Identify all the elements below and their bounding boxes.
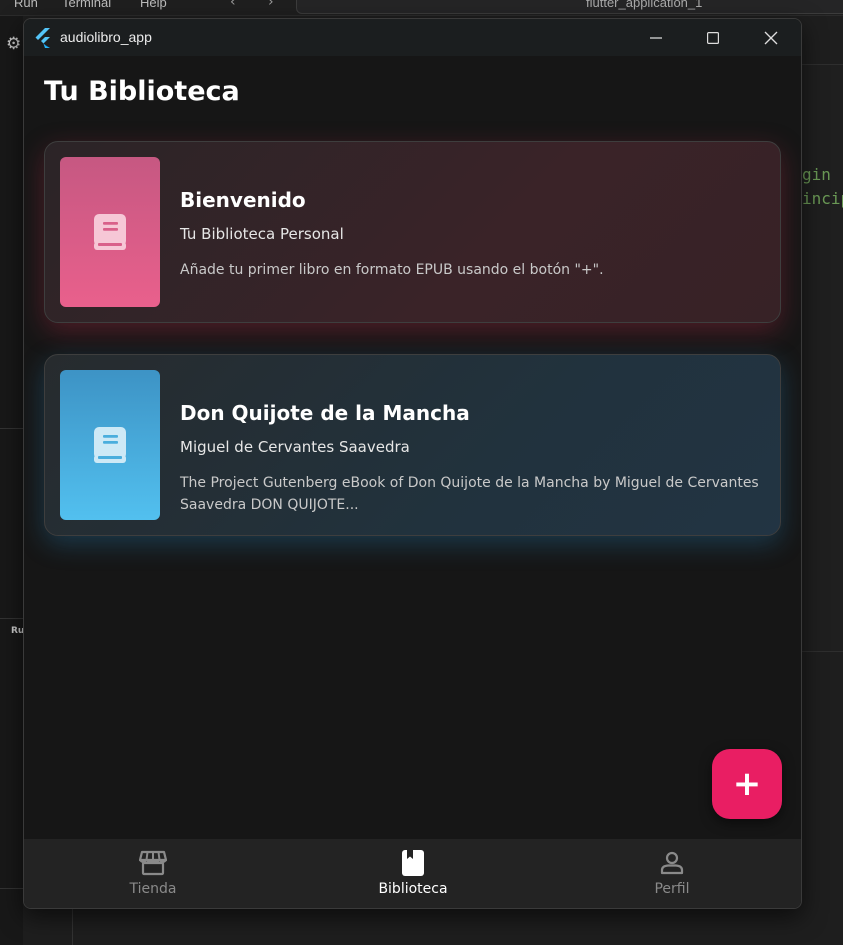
ide-activity-bar	[0, 16, 23, 945]
book-card-welcome[interactable]: Bienvenido Tu Biblioteca Personal Añade …	[44, 141, 781, 323]
close-icon	[764, 31, 778, 44]
window-titlebar[interactable]: audiolibro_app	[24, 19, 801, 56]
book-title: Don Quijote de la Mancha	[180, 401, 470, 425]
book-icon	[94, 214, 126, 250]
add-book-button[interactable]: +	[712, 749, 782, 819]
maximize-icon	[707, 31, 719, 44]
person-icon	[660, 851, 684, 875]
maximize-button[interactable]	[684, 19, 742, 56]
ide-divider	[0, 618, 23, 619]
book-description: Añade tu primer libro en formato EPUB us…	[180, 262, 604, 278]
bookmark-book-icon	[402, 850, 424, 876]
ide-menu-help[interactable]: Help	[140, 0, 167, 10]
nav-label: Biblioteca	[378, 881, 448, 897]
bottom-navigation: Tienda Biblioteca Perfil	[24, 839, 801, 908]
ide-divider	[0, 428, 23, 429]
flutter-logo-icon	[35, 28, 50, 48]
ide-editor-area	[801, 64, 843, 652]
nav-item-biblioteca[interactable]: Biblioteca	[323, 839, 503, 908]
book-title: Bienvenido	[180, 188, 306, 212]
nav-label: Perfil	[654, 881, 690, 897]
library-screen: Tu Biblioteca Bienvenido Tu Biblioteca P…	[24, 56, 801, 839]
app-window: audiolibro_app Tu Biblioteca Bienvenido …	[23, 18, 802, 909]
forward-arrow-icon[interactable]: ›	[268, 0, 274, 10]
book-icon	[94, 427, 126, 463]
ide-code-line: incip	[802, 189, 843, 208]
window-title: audiolibro_app	[60, 29, 152, 45]
plus-icon: +	[732, 764, 762, 804]
close-button[interactable]	[742, 19, 800, 56]
back-arrow-icon[interactable]: ‹	[230, 0, 236, 10]
ide-menubar: Run Terminal Help ‹ › flutter_applicatio…	[0, 0, 843, 16]
book-description: The Project Gutenberg eBook of Don Quijo…	[180, 475, 759, 513]
ide-code-line: gin	[802, 165, 831, 184]
book-author: Tu Biblioteca Personal	[180, 225, 344, 243]
page-title: Tu Biblioteca	[44, 76, 240, 107]
ide-menu-run[interactable]: Run	[14, 0, 38, 10]
book-cover	[60, 370, 160, 520]
ide-menu-terminal[interactable]: Terminal	[62, 0, 111, 10]
gear-icon[interactable]: ⚙	[6, 34, 21, 54]
minimize-icon	[650, 36, 662, 39]
nav-item-perfil[interactable]: Perfil	[582, 839, 762, 908]
ide-divider	[72, 908, 73, 945]
nav-item-tienda[interactable]: Tienda	[63, 839, 243, 908]
book-author: Miguel de Cervantes Saavedra	[180, 438, 410, 456]
minimize-button[interactable]	[627, 19, 685, 56]
book-cover	[60, 157, 160, 307]
ide-search-text: flutter_application_1	[586, 0, 703, 10]
ide-command-search[interactable]	[296, 0, 843, 14]
store-icon	[139, 850, 167, 876]
ide-divider	[0, 888, 23, 889]
nav-label: Tienda	[129, 881, 177, 897]
book-card-don-quijote[interactable]: Don Quijote de la Mancha Miguel de Cerva…	[44, 354, 781, 536]
